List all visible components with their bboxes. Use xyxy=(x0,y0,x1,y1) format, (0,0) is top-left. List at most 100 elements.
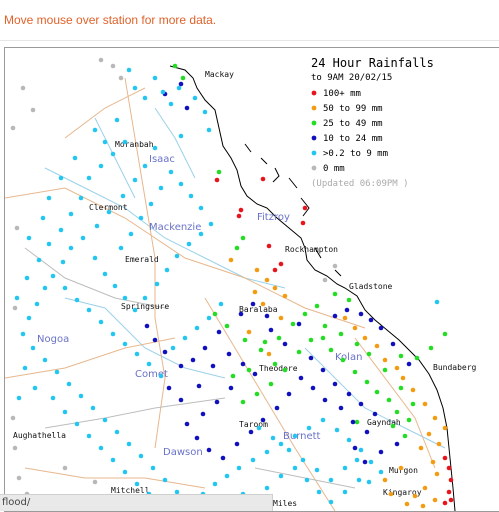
rain-station-dot[interactable] xyxy=(188,193,194,199)
rain-station-dot[interactable] xyxy=(206,447,212,453)
rain-station-dot[interactable] xyxy=(278,473,284,479)
rain-station-dot[interactable] xyxy=(134,351,140,357)
rain-station-dot[interactable] xyxy=(58,227,64,233)
rain-station-dot[interactable] xyxy=(68,211,74,217)
rain-station-dot[interactable] xyxy=(250,457,256,463)
rain-station-dot[interactable] xyxy=(112,283,118,289)
rain-station-dot[interactable] xyxy=(194,325,200,331)
rain-station-dot[interactable] xyxy=(322,277,328,283)
rain-station-dot[interactable] xyxy=(16,475,22,481)
rain-station-dot[interactable] xyxy=(98,57,104,63)
rain-station-dot[interactable] xyxy=(328,499,334,505)
rain-station-dot[interactable] xyxy=(102,417,108,423)
rain-station-dot[interactable] xyxy=(374,343,380,349)
rain-station-dot[interactable] xyxy=(316,489,322,495)
rain-station-dot[interactable] xyxy=(230,373,236,379)
rain-station-dot[interactable] xyxy=(20,85,26,91)
rain-station-dot[interactable] xyxy=(448,477,454,483)
rain-station-dot[interactable] xyxy=(14,225,20,231)
rain-station-dot[interactable] xyxy=(214,399,220,405)
rain-station-dot[interactable] xyxy=(12,305,18,311)
rain-station-dot[interactable] xyxy=(212,311,218,317)
rain-station-dot[interactable] xyxy=(114,117,120,123)
rain-station-dot[interactable] xyxy=(292,433,298,439)
rain-station-dot[interactable] xyxy=(236,465,242,471)
rain-station-dot[interactable] xyxy=(378,449,384,455)
rain-station-dot[interactable] xyxy=(240,235,246,241)
rain-station-dot[interactable] xyxy=(398,353,404,359)
rain-station-dot[interactable] xyxy=(394,441,400,447)
rain-station-dot[interactable] xyxy=(92,255,98,261)
rain-station-dot[interactable] xyxy=(168,101,174,107)
rain-station-dot[interactable] xyxy=(448,497,454,503)
rain-station-dot[interactable] xyxy=(90,405,96,411)
rain-station-dot[interactable] xyxy=(62,409,68,415)
rain-station-dot[interactable] xyxy=(228,385,234,391)
rain-station-dot[interactable] xyxy=(272,285,278,291)
rain-station-dot[interactable] xyxy=(342,465,348,471)
rain-station-dot[interactable] xyxy=(98,319,104,325)
rain-station-dot[interactable] xyxy=(290,321,296,327)
rain-station-dot[interactable] xyxy=(328,477,334,483)
rain-station-dot[interactable] xyxy=(358,311,364,317)
rain-station-dot[interactable] xyxy=(430,459,436,465)
rain-station-dot[interactable] xyxy=(10,125,16,131)
rain-station-dot[interactable] xyxy=(270,435,276,441)
rain-station-dot[interactable] xyxy=(208,221,214,227)
rain-station-dot[interactable] xyxy=(432,415,438,421)
rain-station-dot[interactable] xyxy=(174,253,180,259)
rain-station-dot[interactable] xyxy=(394,409,400,415)
rain-station-dot[interactable] xyxy=(394,365,400,371)
rain-station-dot[interactable] xyxy=(446,465,452,471)
rain-station-dot[interactable] xyxy=(122,341,128,347)
rain-station-dot[interactable] xyxy=(178,81,184,87)
rain-station-dot[interactable] xyxy=(382,367,388,373)
rainfall-map[interactable]: Isaac Fitzroy Mackenzie Nogoa Comet Daws… xyxy=(4,47,499,512)
rain-station-dot[interactable] xyxy=(196,383,202,389)
rain-station-dot[interactable] xyxy=(20,331,26,337)
rain-station-dot[interactable] xyxy=(358,401,364,407)
rain-station-dot[interactable] xyxy=(142,295,148,301)
rain-station-dot[interactable] xyxy=(286,391,292,397)
rain-station-dot[interactable] xyxy=(118,245,124,251)
rain-station-dot[interactable] xyxy=(110,151,116,157)
rain-station-dot[interactable] xyxy=(332,291,338,297)
rain-station-dot[interactable] xyxy=(154,281,160,287)
rain-station-dot[interactable] xyxy=(388,491,394,497)
rain-station-dot[interactable] xyxy=(200,411,206,417)
rain-station-dot[interactable] xyxy=(198,205,204,211)
rain-station-dot[interactable] xyxy=(266,351,272,357)
rain-station-dot[interactable] xyxy=(282,367,288,373)
rain-station-dot[interactable] xyxy=(202,109,208,115)
rain-station-dot[interactable] xyxy=(62,285,68,291)
rain-station-dot[interactable] xyxy=(234,245,240,251)
rain-station-dot[interactable] xyxy=(422,485,428,491)
rain-station-dot[interactable] xyxy=(278,261,284,267)
rain-station-dot[interactable] xyxy=(172,63,178,69)
rain-station-dot[interactable] xyxy=(178,397,184,403)
rain-station-dot[interactable] xyxy=(184,105,190,111)
rain-station-dot[interactable] xyxy=(320,417,326,423)
rain-station-dot[interactable] xyxy=(314,303,320,309)
rain-station-dot[interactable] xyxy=(134,481,140,487)
rain-station-dot[interactable] xyxy=(338,331,344,337)
rain-station-dot[interactable] xyxy=(42,285,48,291)
rain-station-dot[interactable] xyxy=(264,485,270,491)
rain-station-dot[interactable] xyxy=(34,301,40,307)
rain-station-dot[interactable] xyxy=(12,445,18,451)
rain-station-dot[interactable] xyxy=(50,395,56,401)
rain-station-dot[interactable] xyxy=(128,231,134,237)
rain-station-dot[interactable] xyxy=(308,337,314,343)
rain-station-dot[interactable] xyxy=(238,311,244,317)
rain-station-dot[interactable] xyxy=(300,220,306,226)
rain-station-dot[interactable] xyxy=(352,325,358,331)
rain-station-dot[interactable] xyxy=(404,501,410,507)
rain-station-dot[interactable] xyxy=(74,297,80,303)
rain-station-dot[interactable] xyxy=(16,395,22,401)
rain-station-dot[interactable] xyxy=(220,455,226,461)
rain-station-dot[interactable] xyxy=(86,175,92,181)
rain-station-dot[interactable] xyxy=(150,465,156,471)
rain-station-dot[interactable] xyxy=(260,176,266,182)
rain-station-dot[interactable] xyxy=(178,181,184,187)
rain-station-dot[interactable] xyxy=(254,267,260,273)
